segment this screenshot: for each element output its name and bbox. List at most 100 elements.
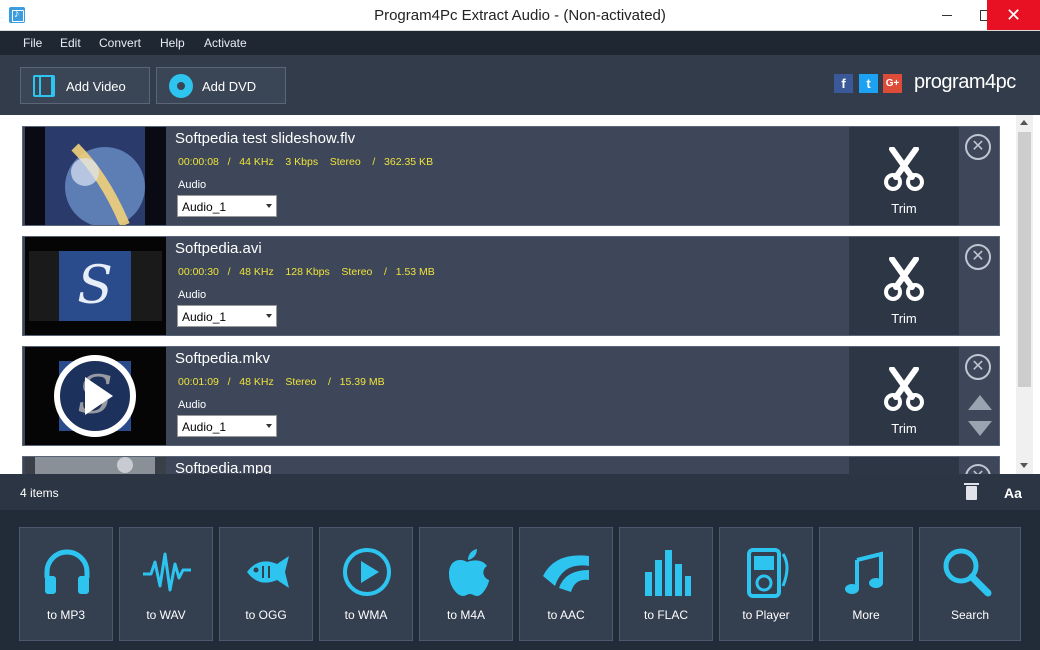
add-video-label: Add Video (66, 79, 126, 94)
vertical-scrollbar[interactable] (1016, 115, 1033, 474)
menu-file[interactable]: File (23, 36, 42, 50)
trim-label: Trim (891, 421, 917, 436)
add-dvd-button[interactable]: Add DVD (156, 67, 286, 104)
trim-button[interactable]: Trim (849, 347, 959, 445)
audio-track-label: Audio (178, 289, 207, 301)
window-title: Program4Pc Extract Audio - (Non-activate… (374, 7, 666, 24)
facebook-icon[interactable]: f (834, 74, 853, 93)
apple-icon (449, 549, 489, 596)
menu-edit[interactable]: Edit (60, 36, 81, 50)
to-wma-label: to WMA (344, 608, 388, 622)
to-aac-label: to AAC (547, 608, 585, 622)
file-row[interactable]: Softpedia.mpg ✕ (22, 456, 1000, 474)
format-bar: to MP3 to WAV to OGG to WMA to M4A to AA… (0, 510, 1040, 650)
title-bar: Program4Pc Extract Audio - (Non-activate… (0, 0, 1040, 31)
scroll-down-icon[interactable] (1020, 463, 1028, 468)
aac-swoosh-icon (543, 555, 589, 592)
add-dvd-label: Add DVD (202, 79, 257, 94)
dropdown-arrow-icon (266, 314, 272, 318)
items-count: 4 items (20, 486, 59, 500)
video-thumbnail (25, 127, 166, 225)
media-player-icon (747, 548, 789, 598)
scissors-icon (884, 367, 924, 411)
search-button[interactable]: Search (919, 527, 1021, 641)
toolbar: Add Video Add DVD f t G+ program4pc (0, 55, 1040, 115)
more-button[interactable]: More (819, 527, 913, 641)
twitter-icon[interactable]: t (859, 74, 878, 93)
scissors-icon (884, 257, 924, 301)
to-wma-button[interactable]: to WMA (319, 527, 413, 641)
trash-icon[interactable] (964, 483, 979, 500)
file-name: Softpedia.mpg (175, 460, 272, 474)
move-up-icon[interactable] (968, 395, 992, 410)
file-row[interactable]: S Softpedia.mkv 00:01:09 / 48 KHz Stereo… (22, 346, 1000, 446)
film-icon (33, 75, 55, 97)
more-label: More (852, 608, 880, 622)
to-mp3-button[interactable]: to MP3 (19, 527, 113, 641)
menu-convert[interactable]: Convert (99, 36, 141, 50)
font-size-button[interactable]: Aa (1004, 485, 1022, 501)
to-m4a-label: to M4A (446, 608, 485, 622)
music-notes-icon (845, 551, 883, 594)
to-m4a-button[interactable]: to M4A (419, 527, 513, 641)
video-thumbnail[interactable]: S (25, 347, 166, 445)
trim-button[interactable] (849, 457, 959, 474)
audio-track-select[interactable]: Audio_1 (177, 195, 277, 217)
audio-track-value: Audio_1 (182, 310, 227, 324)
video-thumbnail (25, 457, 166, 474)
to-ogg-label: to OGG (245, 608, 287, 622)
to-wav-button[interactable]: to WAV (119, 527, 213, 641)
headphones-icon (44, 549, 90, 594)
audio-track-label: Audio (178, 399, 207, 411)
file-name: Softpedia test slideshow.flv (175, 130, 356, 147)
dvd-icon (169, 74, 193, 98)
file-info: 00:00:30 / 48 KHz 128 Kbps Stereo / 1.53… (178, 266, 435, 278)
search-label: Search (950, 608, 990, 622)
file-name: Softpedia.avi (175, 240, 262, 257)
to-wav-label: to WAV (146, 608, 186, 622)
remove-file-button[interactable]: ✕ (965, 134, 991, 160)
search-icon (943, 548, 992, 597)
trim-button[interactable]: Trim (849, 237, 959, 335)
remove-file-button[interactable]: ✕ (965, 354, 991, 380)
play-circle-icon (343, 548, 391, 596)
status-bar: 4 items Aa (0, 474, 1040, 510)
audio-track-value: Audio_1 (182, 420, 227, 434)
menu-activate[interactable]: Activate (204, 36, 247, 50)
menu-bar: File Edit Convert Help Activate (0, 31, 1040, 55)
to-aac-button[interactable]: to AAC (519, 527, 613, 641)
trim-button[interactable]: Trim (849, 127, 959, 225)
trim-label: Trim (891, 311, 917, 326)
dropdown-arrow-icon (266, 424, 272, 428)
scroll-up-icon[interactable] (1020, 120, 1028, 125)
to-flac-label: to FLAC (643, 608, 688, 622)
to-flac-button[interactable]: to FLAC (619, 527, 713, 641)
move-down-icon[interactable] (968, 421, 992, 436)
scroll-thumb[interactable] (1018, 132, 1031, 387)
file-row[interactable]: S Softpedia.avi 00:00:30 / 48 KHz 128 Kb… (22, 236, 1000, 336)
program4pc-logo[interactable]: program4pc (914, 71, 1016, 94)
to-mp3-label: to MP3 (46, 608, 85, 622)
trim-label: Trim (891, 201, 917, 216)
audio-track-select[interactable]: Audio_1 (177, 305, 277, 327)
audio-track-value: Audio_1 (182, 200, 227, 214)
add-video-button[interactable]: Add Video (20, 67, 150, 104)
svg-text:S: S (77, 256, 113, 316)
file-name: Softpedia.mkv (175, 350, 271, 367)
remove-file-button[interactable]: ✕ (965, 464, 991, 474)
file-list: Softpedia test slideshow.flv 00:00:08 / … (0, 115, 1040, 474)
audio-track-select[interactable]: Audio_1 (177, 415, 277, 437)
waveform-icon (143, 552, 191, 592)
to-player-button[interactable]: to Player (719, 527, 813, 641)
google-plus-icon[interactable]: G+ (883, 74, 902, 93)
file-info: 00:01:09 / 48 KHz Stereo / 15.39 MB (178, 376, 385, 388)
file-info: 00:00:08 / 44 KHz 3 Kbps Stereo / 362.35… (178, 156, 434, 168)
video-thumbnail: S (25, 237, 166, 335)
dropdown-arrow-icon (266, 204, 272, 208)
file-row[interactable]: Softpedia test slideshow.flv 00:00:08 / … (22, 126, 1000, 226)
close-button[interactable]: ✕ (987, 0, 1040, 30)
equalizer-icon (645, 550, 691, 596)
remove-file-button[interactable]: ✕ (965, 244, 991, 270)
to-ogg-button[interactable]: to OGG (219, 527, 313, 641)
menu-help[interactable]: Help (160, 36, 185, 50)
